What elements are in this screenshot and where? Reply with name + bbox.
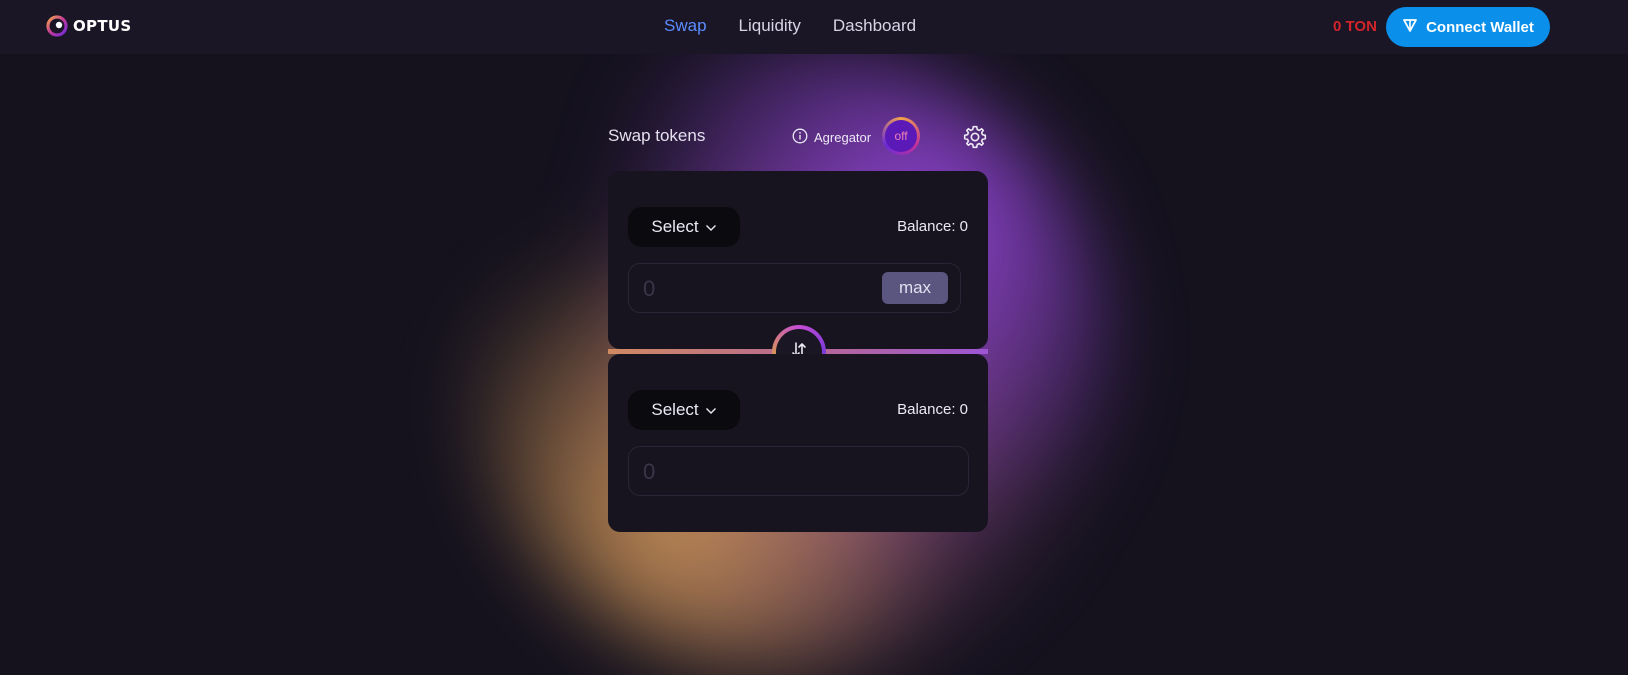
logo[interactable]: OPTUS (46, 15, 131, 37)
top-navbar: OPTUS Swap Liquidity Dashboard 0 TON Con… (0, 0, 1628, 54)
ton-diamond-icon (1402, 17, 1418, 37)
aggregator-toggle[interactable]: off (882, 117, 920, 155)
to-token-select[interactable]: Select (628, 390, 740, 430)
aggregator-label: Agregator (814, 130, 872, 145)
from-token-select[interactable]: Select (628, 207, 740, 247)
connect-wallet-button[interactable]: Connect Wallet (1386, 7, 1550, 47)
nav-item-swap[interactable]: Swap (664, 16, 707, 36)
nav-item-dashboard[interactable]: Dashboard (833, 16, 916, 36)
from-amount-input[interactable]: 0 max (628, 263, 961, 313)
to-amount-input[interactable]: 0 (628, 446, 969, 496)
max-label: max (898, 278, 932, 297)
aggregator-label-group: Agregator (792, 128, 871, 147)
connect-wallet-label: Connect Wallet (1426, 18, 1534, 36)
to-select-label: Select (651, 400, 699, 419)
optus-logo-icon (46, 15, 68, 37)
chevron-down-icon (705, 217, 717, 237)
nav-item-liquidity[interactable]: Liquidity (739, 16, 801, 36)
gear-icon[interactable] (962, 124, 988, 155)
info-icon[interactable] (792, 128, 808, 147)
logo-text: OPTUS (73, 17, 132, 35)
swap-to-card: Select Balance: 0 0 (608, 354, 988, 532)
chevron-down-icon (705, 400, 717, 420)
swap-from-card: Select Balance: 0 0 max (608, 171, 988, 349)
to-balance: Balance: 0 (897, 401, 968, 418)
to-amount-value: 0 (643, 459, 656, 484)
from-select-label: Select (651, 217, 699, 236)
max-button[interactable]: max (882, 272, 948, 304)
main-nav: Swap Liquidity Dashboard (664, 16, 916, 36)
aggregator-toggle-state: off (894, 129, 908, 143)
swap-title: Swap tokens (608, 126, 706, 145)
from-amount-value: 0 (643, 276, 656, 301)
ton-balance: 0 TON (1333, 18, 1377, 35)
from-balance: Balance: 0 (897, 218, 968, 235)
